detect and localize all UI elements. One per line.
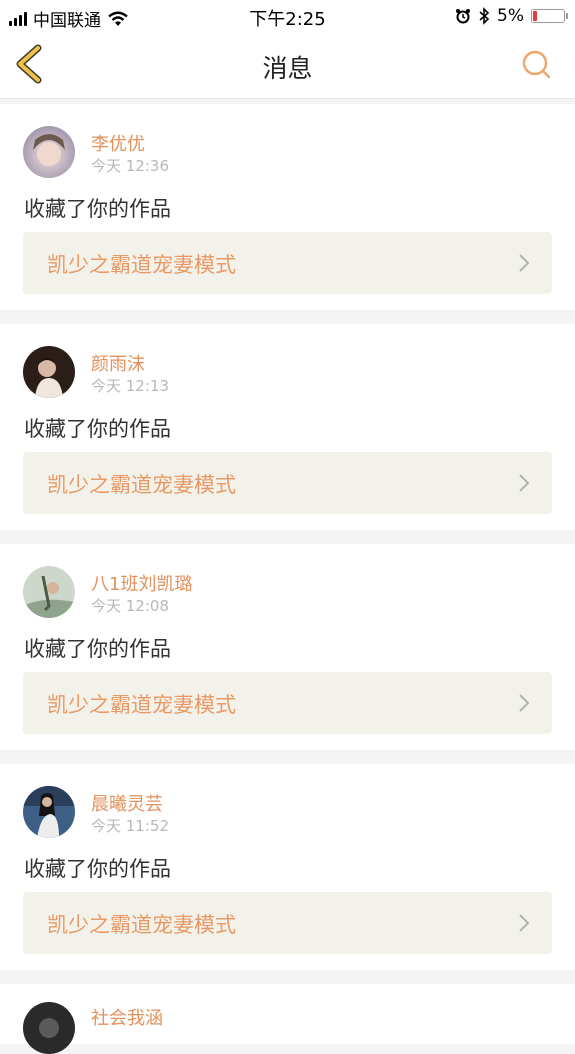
battery-icon (531, 9, 568, 23)
search-button[interactable] (521, 49, 553, 81)
avatar[interactable] (23, 786, 75, 838)
message-card: 晨曦灵芸 今天 11:52 收藏了你的作品 凯少之霸道宠妻模式 (0, 764, 575, 970)
bluetooth-icon (479, 7, 490, 25)
username[interactable]: 李优优 (91, 130, 145, 156)
search-icon (522, 50, 551, 79)
message-card: 李优优 今天 12:36 收藏了你的作品 凯少之霸道宠妻模式 (0, 104, 575, 310)
action-text: 收藏了你的作品 (24, 857, 171, 881)
chevron-right-icon (519, 914, 530, 932)
work-title: 凯少之霸道宠妻模式 (47, 473, 236, 497)
avatar[interactable] (23, 126, 75, 178)
username[interactable]: 八1班刘凯璐 (91, 570, 192, 596)
action-text: 收藏了你的作品 (24, 197, 171, 221)
message-card: 颜雨沫 今天 12:13 收藏了你的作品 凯少之霸道宠妻模式 (0, 324, 575, 530)
timestamp: 今天 12:08 (91, 597, 169, 615)
avatar[interactable] (23, 1002, 75, 1054)
timestamp: 今天 12:13 (91, 377, 169, 395)
work-link[interactable]: 凯少之霸道宠妻模式 (23, 452, 552, 514)
avatar[interactable] (23, 566, 75, 618)
chevron-right-icon (519, 474, 530, 492)
status-right: 5% (455, 6, 568, 26)
chevron-right-icon (519, 694, 530, 712)
username[interactable]: 颜雨沫 (91, 350, 145, 376)
work-title: 凯少之霸道宠妻模式 (47, 253, 236, 277)
message-list: 李优优 今天 12:36 收藏了你的作品 凯少之霸道宠妻模式 颜雨沫 今天 12… (0, 104, 575, 1054)
message-card: 八1班刘凯璐 今天 12:08 收藏了你的作品 凯少之霸道宠妻模式 (0, 544, 575, 750)
timestamp: 今天 12:36 (91, 157, 169, 175)
username[interactable]: 社会我涵 (91, 1004, 163, 1030)
work-title: 凯少之霸道宠妻模式 (47, 693, 236, 717)
username[interactable]: 晨曦灵芸 (91, 790, 163, 816)
alarm-icon (456, 9, 471, 24)
action-text: 收藏了你的作品 (24, 417, 171, 441)
work-title: 凯少之霸道宠妻模式 (47, 913, 236, 937)
chevron-right-icon (519, 254, 530, 272)
nav-bar: 消息 (0, 34, 575, 99)
avatar[interactable] (23, 346, 75, 398)
timestamp: 今天 11:52 (91, 817, 169, 835)
work-link[interactable]: 凯少之霸道宠妻模式 (23, 672, 552, 734)
work-link[interactable]: 凯少之霸道宠妻模式 (23, 232, 552, 294)
action-text: 收藏了你的作品 (24, 637, 171, 661)
status-bar: 中国联通 下午2:25 5% (0, 0, 575, 34)
battery-percent: 5% (497, 6, 524, 26)
message-card: 社会我涵 (0, 984, 575, 1054)
work-link[interactable]: 凯少之霸道宠妻模式 (23, 892, 552, 954)
page-title: 消息 (262, 54, 313, 83)
